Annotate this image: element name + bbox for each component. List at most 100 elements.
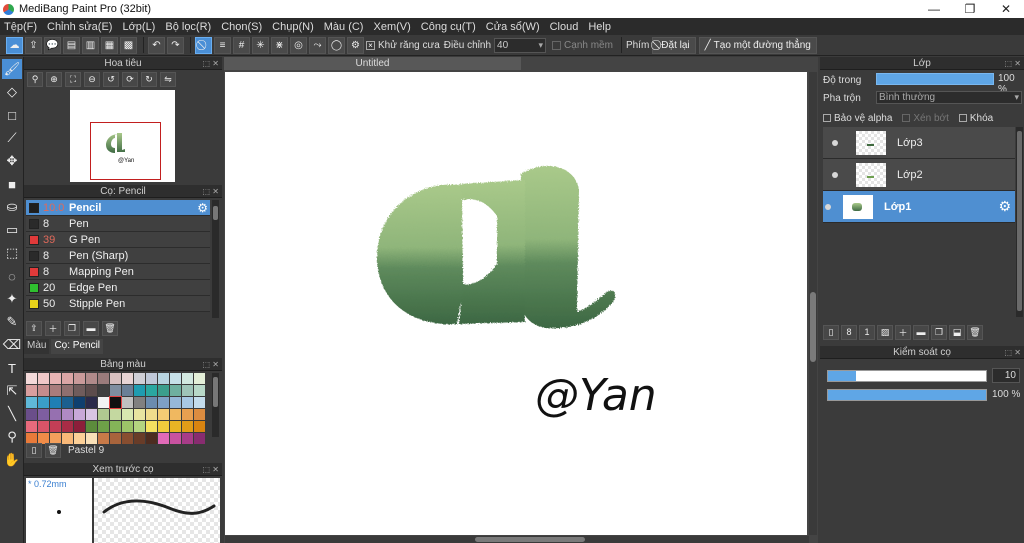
palette-swatch[interactable] (134, 385, 145, 396)
layer-list-scrollbar[interactable] (1016, 127, 1023, 317)
divide-tool-icon[interactable]: ╲ (2, 404, 22, 424)
palette-swatch[interactable] (50, 409, 61, 420)
palette-swatch[interactable] (146, 409, 157, 420)
visibility-icon[interactable] (832, 139, 838, 146)
brush-item-pencil[interactable]: 10.0 Pencil ⚙ (26, 200, 210, 216)
visibility-icon[interactable] (832, 171, 838, 178)
palette-swatch[interactable] (26, 409, 37, 420)
export-icon[interactable]: ⇪ (25, 36, 42, 54)
palette-swatch[interactable] (110, 433, 121, 444)
palette-swatch[interactable] (110, 409, 121, 420)
menu-view[interactable]: Xem(V) (373, 21, 410, 33)
palette-swatch[interactable] (194, 433, 205, 444)
maximize-button[interactable]: ❐ (952, 0, 988, 18)
palette-swatch[interactable] (134, 397, 145, 408)
fill-rect-tool-icon[interactable]: ■ (2, 174, 22, 194)
palette-swatch[interactable] (62, 409, 73, 420)
reset-button[interactable]: ⃠Đặt lại (652, 36, 696, 54)
brush-tool-icon[interactable]: 🖌 (2, 59, 22, 79)
select-eraser-tool-icon[interactable]: ⌫ (2, 335, 22, 355)
tab-brush[interactable]: Cọ: Pencil (51, 339, 104, 354)
antialias-checkbox[interactable]: × Khử răng cưa (366, 40, 440, 51)
fit-icon[interactable]: ⛶ (65, 71, 81, 87)
palette-swatch[interactable] (109, 396, 122, 409)
palette-swatch[interactable] (194, 409, 205, 420)
gradient-tool-icon[interactable]: ▭ (2, 220, 22, 240)
select-pen-tool-icon[interactable]: ✎ (2, 312, 22, 332)
line-tool-icon[interactable]: ⟋ (2, 128, 22, 148)
adjust-select[interactable]: 40 (494, 37, 547, 53)
panel-dock-icon[interactable]: ⬚ ✕ (203, 57, 219, 70)
new-1bit-layer-icon[interactable]: 1 (859, 324, 875, 340)
palette-swatch[interactable] (86, 409, 97, 420)
palette-swatch[interactable] (122, 409, 133, 420)
palette-swatch[interactable] (146, 373, 157, 384)
panel-dock-icon[interactable]: ⬚ ✕ (203, 358, 219, 371)
palette-swatch[interactable] (98, 397, 109, 408)
trash-icon[interactable]: 🗑 (45, 443, 61, 458)
palette-swatch[interactable] (98, 373, 109, 384)
palette-swatch[interactable] (110, 373, 121, 384)
rotate-reset-icon[interactable]: ⟳ (122, 71, 138, 87)
panel-dock-icon[interactable]: ⬚ ✕ (1005, 346, 1021, 359)
menu-window[interactable]: Cửa sổ(W) (486, 21, 540, 33)
palette-swatch[interactable] (158, 385, 169, 396)
palette-swatch[interactable] (170, 409, 181, 420)
lasso-tool-icon[interactable]: ◌ (2, 266, 22, 286)
palette-swatch[interactable] (62, 397, 73, 408)
brush-list-scrollbar[interactable] (212, 200, 219, 318)
menu-filter[interactable]: Bộ lọc(R) (165, 21, 211, 33)
select-rect-tool-icon[interactable]: ⬚ (2, 243, 22, 263)
palette-swatch[interactable] (62, 373, 73, 384)
zoom-in-icon[interactable]: ⊕ (46, 71, 62, 87)
zoom-icon[interactable]: ⚲ (27, 71, 43, 87)
protect-alpha-checkbox[interactable]: Bảo vệ alpha (823, 111, 892, 125)
menu-edit[interactable]: Chỉnh sửa(E) (47, 21, 112, 33)
brush-size-input[interactable]: 10 (992, 368, 1020, 383)
palette-swatch[interactable] (158, 433, 169, 444)
new-halftone-layer-icon[interactable]: ▨ (877, 324, 893, 340)
redo-icon[interactable]: ↷ (167, 36, 184, 54)
palette-swatch[interactable] (146, 397, 157, 408)
gear-icon[interactable]: ⚙ (998, 198, 1011, 215)
palette-swatch[interactable] (74, 397, 85, 408)
navigator-thumbnail[interactable]: @Yan (70, 90, 175, 182)
layer-opacity-slider[interactable] (876, 73, 994, 85)
palette-swatch[interactable] (170, 397, 181, 408)
operation-tool-icon[interactable]: ⇱ (2, 381, 22, 401)
trash-icon[interactable]: 🗑 (967, 324, 983, 340)
brush-item-edge-pen[interactable]: 20 Edge Pen (26, 280, 210, 296)
palette-swatch[interactable] (194, 373, 205, 384)
curve-snap-icon[interactable]: ⤳ (309, 36, 326, 54)
palette-swatch[interactable] (134, 409, 145, 420)
flip-icon[interactable]: ⇋ (160, 71, 176, 87)
menu-help[interactable]: Help (588, 21, 611, 33)
palette-swatch[interactable] (86, 397, 97, 408)
canvas-vertical-scrollbar[interactable] (809, 72, 817, 535)
palette-swatch[interactable] (170, 385, 181, 396)
palette-swatch[interactable] (26, 373, 37, 384)
layer-row-2[interactable]: Lớp2 (823, 159, 1015, 191)
palette-swatch[interactable] (122, 397, 133, 408)
folder-icon[interactable]: ▬ (83, 320, 99, 336)
palette-swatch[interactable] (182, 433, 193, 444)
palette-swatch[interactable] (98, 421, 109, 432)
menu-color[interactable]: Màu (C) (324, 21, 364, 33)
concentric-snap-icon[interactable]: ◎ (290, 36, 307, 54)
palette-swatch[interactable] (74, 421, 85, 432)
lock-checkbox[interactable]: Khóa (958, 111, 993, 125)
chat-icon[interactable]: ▤ (63, 36, 80, 54)
duplicate-layer-icon[interactable]: ❐ (931, 324, 947, 340)
brush-item-pen[interactable]: 8 Pen (26, 216, 210, 232)
menu-snap[interactable]: Chụp(N) (272, 21, 314, 33)
document-tab[interactable]: Untitled (224, 57, 521, 70)
brush-opacity-slider[interactable] (827, 389, 987, 401)
snap-settings-icon[interactable]: ⚙ (347, 36, 364, 54)
palette-swatch[interactable] (38, 409, 49, 420)
palette-swatch[interactable] (158, 421, 169, 432)
palette-swatch[interactable] (122, 433, 133, 444)
cloud-icon[interactable]: ☁ (6, 36, 23, 54)
palette-swatch[interactable] (182, 373, 193, 384)
palette-swatch[interactable] (50, 373, 61, 384)
palette-swatch[interactable] (122, 385, 133, 396)
